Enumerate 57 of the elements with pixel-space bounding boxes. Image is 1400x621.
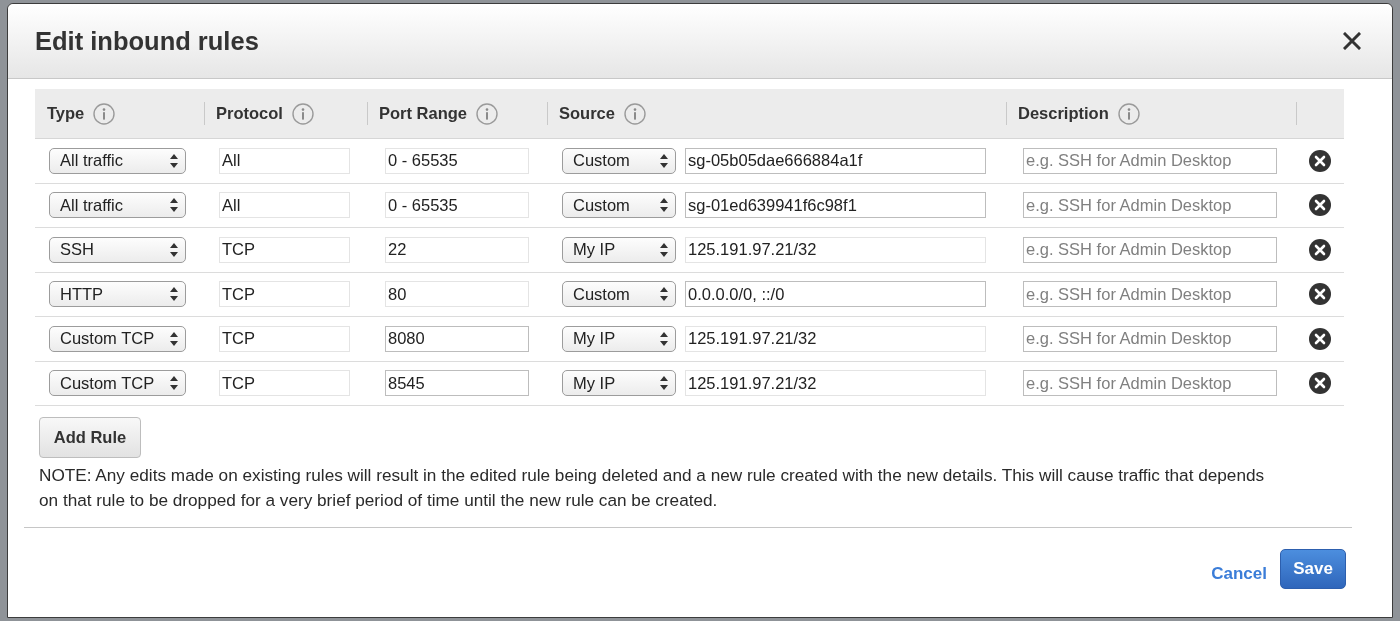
source-select[interactable]: Custom [562, 192, 676, 219]
description-field[interactable]: e.g. SSH for Admin Desktop [1023, 192, 1277, 219]
remove-icon[interactable] [1309, 283, 1331, 306]
close-icon[interactable] [1343, 32, 1361, 50]
source-select[interactable]: My IP [562, 325, 676, 352]
type-select[interactable]: All traffic [49, 192, 186, 219]
up-down-caret-icon [660, 331, 668, 346]
column-header: Description [1018, 104, 1109, 123]
type-select[interactable]: SSH [49, 236, 186, 263]
up-down-caret-icon [660, 198, 668, 213]
up-down-caret-icon [660, 242, 668, 257]
info-icon[interactable] [623, 102, 646, 125]
up-down-caret-icon [170, 331, 178, 346]
remove-icon[interactable] [1309, 194, 1331, 217]
source-select[interactable]: My IP [562, 236, 676, 263]
note-text: NOTE: Any edits made on existing rules will result in the edited rule being deleted and a new rule created with the new details. This will cause traffic that depends on that rule to be dropped for a very brief period of time until the new rule can be created. [39, 464, 1266, 512]
dialog-title: Edit inbound rules [35, 26, 259, 56]
port-range-field[interactable]: 8080 [385, 325, 529, 352]
description-field[interactable]: e.g. SSH for Admin Desktop [1023, 147, 1277, 174]
description-field[interactable]: e.g. SSH for Admin Desktop [1023, 370, 1277, 397]
info-icon[interactable] [93, 102, 116, 125]
source-select[interactable]: Custom [562, 147, 676, 174]
source-field[interactable]: sg-01ed639941f6c98f1 [685, 192, 986, 219]
add-rule-button[interactable]: Add Rule [39, 417, 141, 458]
source-select[interactable]: My IP [562, 370, 676, 397]
info-icon[interactable] [1117, 102, 1140, 125]
up-down-caret-icon [170, 198, 178, 213]
column-header: Type [47, 104, 85, 123]
description-field[interactable]: e.g. SSH for Admin Desktop [1023, 236, 1277, 263]
up-down-caret-icon [660, 153, 668, 168]
cancel-link[interactable]: Cancel [1211, 564, 1267, 584]
type-select[interactable]: Custom TCP [49, 370, 186, 397]
type-select[interactable]: HTTP [49, 281, 186, 308]
description-field[interactable]: e.g. SSH for Admin Desktop [1023, 281, 1277, 308]
info-icon[interactable] [291, 102, 314, 125]
source-field[interactable]: sg-05b05dae666884a1f [685, 147, 986, 174]
port-range-field[interactable]: 8545 [385, 370, 529, 397]
save-button[interactable]: Save [1280, 549, 1346, 589]
column-header: Protocol [216, 104, 283, 123]
description-field[interactable]: e.g. SSH for Admin Desktop [1023, 325, 1277, 352]
info-icon[interactable] [476, 102, 498, 125]
up-down-caret-icon [170, 376, 178, 391]
remove-icon[interactable] [1309, 327, 1331, 350]
column-header: Port Range [379, 104, 467, 123]
up-down-caret-icon [170, 153, 178, 168]
column-header: Source [559, 104, 615, 123]
remove-icon[interactable] [1309, 149, 1331, 172]
up-down-caret-icon [170, 242, 178, 257]
source-select[interactable]: Custom [562, 281, 676, 308]
up-down-caret-icon [170, 287, 178, 302]
remove-icon[interactable] [1309, 238, 1331, 261]
up-down-caret-icon [660, 376, 668, 391]
up-down-caret-icon [660, 287, 668, 302]
source-field[interactable]: 0.0.0.0/0, ::/0 [685, 281, 986, 308]
type-select[interactable]: Custom TCP [49, 325, 186, 352]
type-select[interactable]: All traffic [49, 147, 186, 174]
remove-icon[interactable] [1309, 372, 1331, 395]
